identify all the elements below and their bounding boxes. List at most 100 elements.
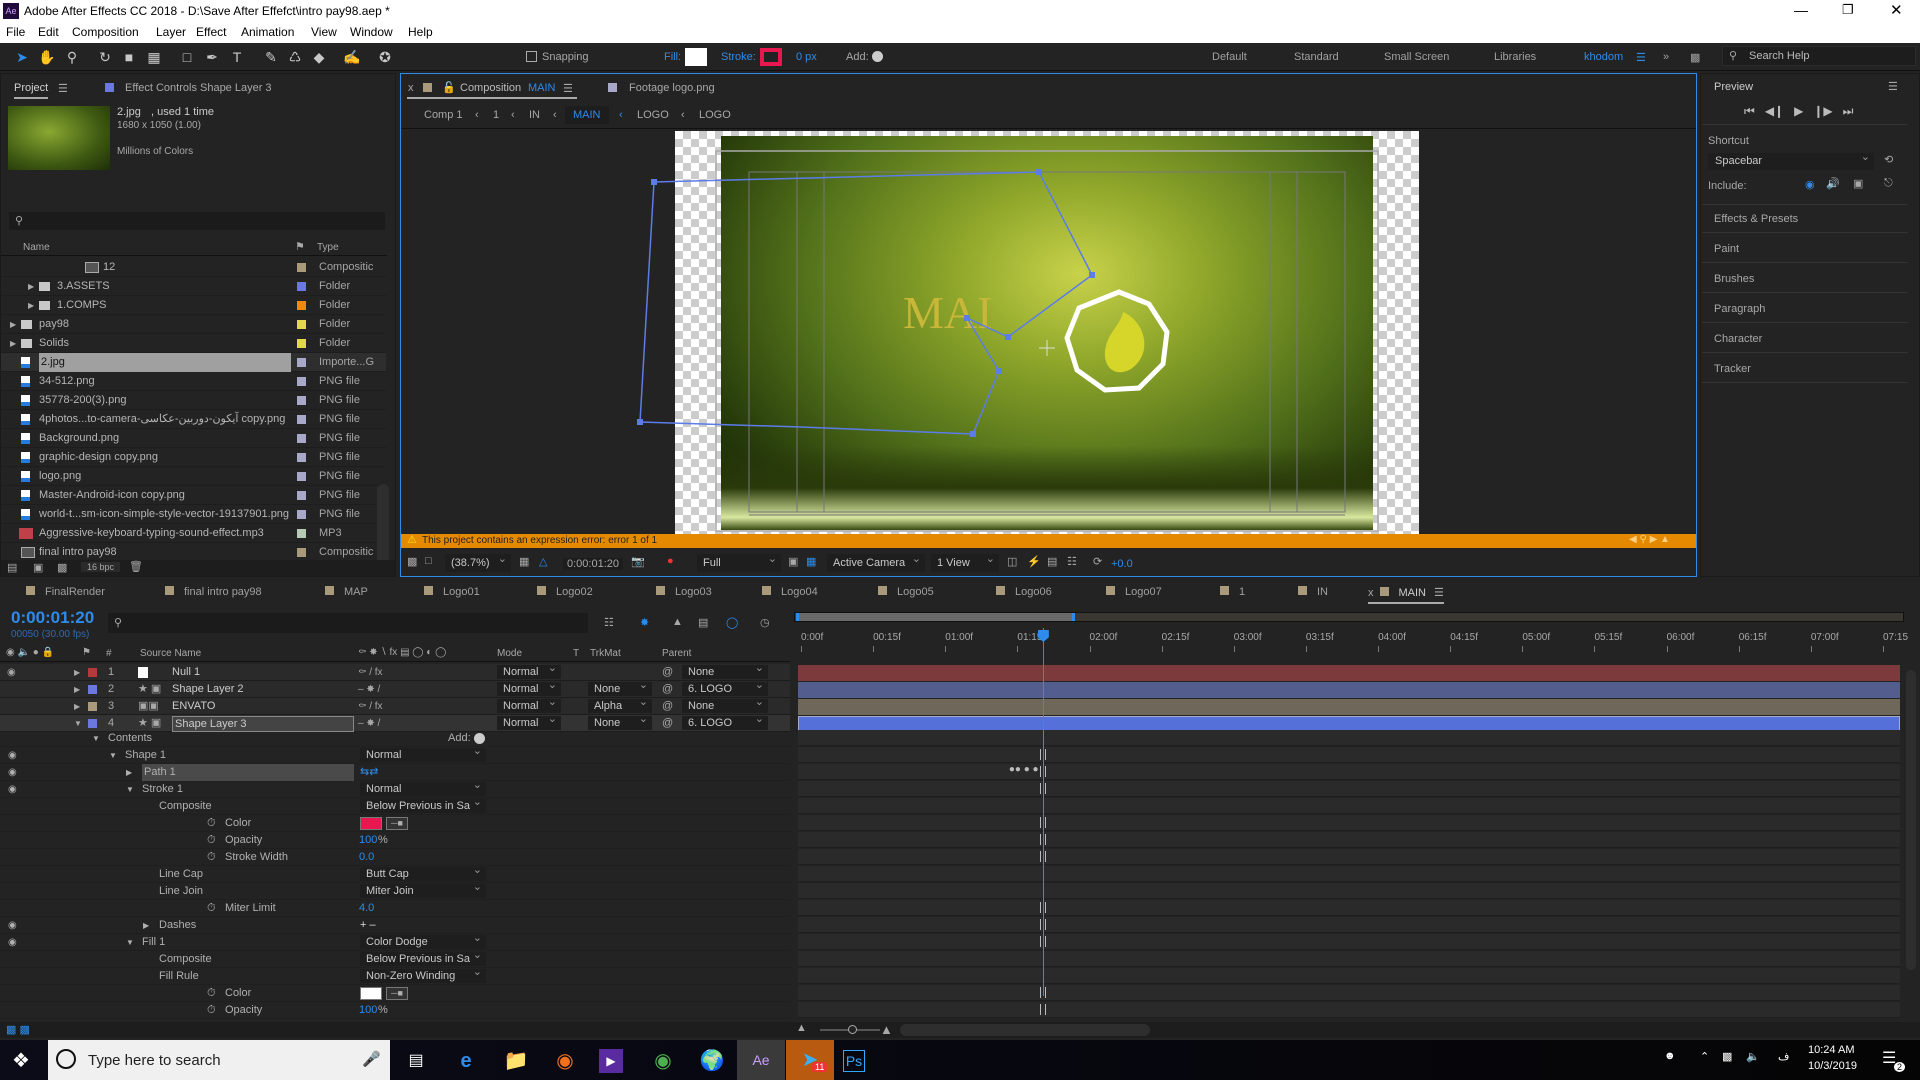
maximize-button[interactable]: ❐ [1842,2,1854,18]
add-button[interactable] [872,51,883,62]
project-item[interactable]: ▶ 1.COMPS Folder [1,296,386,315]
maps-icon[interactable]: 🌍 [697,1046,727,1076]
type-tool-icon[interactable]: T [228,48,246,66]
previous-frame-button[interactable]: ◀❙ [1765,104,1784,118]
tab-effect-controls[interactable]: Effect Controls Shape Layer 3 [125,82,272,94]
project-item[interactable]: 35778-200(3).png PNG file [1,391,386,410]
label-color-swatch[interactable] [297,529,306,538]
stroke-swatch[interactable] [760,48,782,66]
workspace-standard[interactable]: Standard [1294,51,1339,63]
project-item[interactable]: logo.png PNG file [1,467,386,486]
file-explorer-icon[interactable]: 📁 [501,1046,531,1076]
label-color-swatch[interactable] [297,548,306,557]
menu-animation[interactable]: Animation [241,25,294,39]
shape-path[interactable] [639,171,1093,435]
label-color-swatch[interactable] [297,282,306,291]
close-button[interactable]: ✕ [1890,1,1903,19]
grid-guides-icon[interactable]: ▦ [519,555,529,568]
microphone-icon[interactable]: 🎤 [362,1050,381,1068]
clock-time[interactable]: 10:24 AM [1808,1044,1854,1056]
volume-icon[interactable]: 🔈 [1746,1050,1760,1063]
snapshot-icon[interactable]: 📷 [631,555,645,568]
reset-exposure-icon[interactable]: ⟳ [1093,555,1102,568]
panel-tracker[interactable]: Tracker [1714,363,1751,375]
view-layout-dropdown[interactable]: 1 View [931,550,999,572]
reset-shortcut-icon[interactable]: ⟲ [1884,153,1893,166]
anchor-point-icon[interactable] [1039,340,1055,356]
delete-icon[interactable]: 🗑 [129,560,143,573]
search-help-input[interactable]: ⚲ Search Help [1722,46,1916,66]
camera-dropdown[interactable]: Active Camera [827,550,925,572]
timeline-icon[interactable]: ▤ [1047,555,1057,568]
new-folder-icon[interactable]: ▣ [33,561,43,574]
taskbar-search-input[interactable]: Type here to search 🎤 [48,1040,390,1080]
project-item[interactable]: 2.jpg Importe...G [1,353,386,372]
exposure-value[interactable]: +0.0 [1111,558,1133,570]
roto-brush-tool-icon[interactable]: ✍ [343,48,361,66]
project-menu-icon[interactable]: ☰ [58,82,68,95]
next-frame-button[interactable]: ❙▶ [1813,104,1832,118]
label-color-swatch[interactable] [297,415,306,424]
layer-duration-bar[interactable] [798,699,1900,715]
brush-tool-icon[interactable]: ✎ [262,48,280,66]
panel-character[interactable]: Character [1714,333,1762,345]
label-color-swatch[interactable] [297,510,306,519]
menu-help[interactable]: Help [408,25,433,39]
zoom-slider-handle[interactable] [848,1025,857,1034]
edge-icon[interactable]: e [451,1046,481,1076]
rectangle-tool-icon[interactable]: □ [178,48,196,66]
label-color-swatch[interactable] [297,301,306,310]
column-type[interactable]: Type [317,242,339,253]
path-keyframe-dots[interactable]: ●● ● ● [1009,764,1039,775]
project-item[interactable]: ▶ pay98 Folder [1,315,386,334]
zoom-out-icon[interactable]: ▲ [796,1022,807,1034]
monitor-icon[interactable]: □ [425,555,432,567]
shortcut-dropdown[interactable]: Spacebar [1708,149,1874,170]
rotate-tool-icon[interactable]: ↻ [96,48,114,66]
media-player-icon[interactable]: ▶ [599,1049,623,1073]
new-composition-icon[interactable]: ▩ [57,561,67,574]
project-item[interactable]: 4photos...to-camera-آیکون-دوربین-عکاسی c… [1,410,386,429]
zoom-slider[interactable] [820,1025,880,1034]
last-frame-button[interactable]: ⏭ [1843,104,1854,118]
menu-file[interactable]: File [6,25,25,39]
mask-visibility-icon[interactable]: △ [539,555,547,568]
photoshop-icon[interactable]: Ps [843,1050,865,1072]
include-video-icon[interactable]: ◉ [1805,178,1815,191]
transparency-grid-icon[interactable]: ▦ [806,555,816,568]
include-audio-icon[interactable]: 🔊 [1826,177,1840,190]
network-icon[interactable]: ▩ [1722,1050,1732,1063]
project-item[interactable]: 12 Compositic [1,258,386,277]
timeline-scrollbar[interactable] [1906,670,1916,970]
horizontal-scrollbar[interactable] [900,1024,1150,1036]
interpret-footage-icon[interactable]: ▤ [7,561,17,574]
snapping-checkbox[interactable] [526,51,537,62]
layer-duration-bar[interactable] [798,665,1900,681]
label-color-swatch[interactable] [297,453,306,462]
project-item[interactable]: final intro pay98 Compositic [1,543,386,560]
first-frame-button[interactable]: ⏮ [1744,104,1755,118]
clone-stamp-tool-icon[interactable]: ♺ [286,48,304,66]
region-of-interest-icon[interactable]: ▣ [788,555,798,568]
show-hidden-icons[interactable]: ⌃ [1700,1050,1709,1063]
path-vertices[interactable] [637,169,1095,437]
workspace-libraries[interactable]: Libraries [1494,51,1536,63]
project-item[interactable]: ▶ 3.ASSETS Folder [1,277,386,296]
resolution-dropdown[interactable]: Full [697,550,781,572]
camera-tool-icon[interactable]: ■ [120,48,138,66]
expression-error-bar[interactable]: ⚠ This project contains an expression er… [401,534,1696,548]
panel-paint[interactable]: Paint [1714,243,1739,255]
tab-project[interactable]: Project [14,82,49,99]
hand-tool-icon[interactable]: ✋ [38,48,56,66]
project-item[interactable]: graphic-design copy.png PNG file [1,448,386,467]
menu-window[interactable]: Window [350,25,393,39]
selection-tool-icon[interactable]: ➤ [13,48,31,66]
label-color-swatch[interactable] [297,358,306,367]
label-color-swatch[interactable] [297,472,306,481]
current-time-indicator[interactable] [1042,628,1044,996]
menu-layer[interactable]: Layer [156,25,186,39]
minimize-button[interactable]: — [1794,2,1808,18]
menu-edit[interactable]: Edit [38,25,59,39]
sync-settings-icon[interactable]: ▩ [1690,51,1700,64]
language-icon[interactable]: ف [1778,1050,1789,1063]
